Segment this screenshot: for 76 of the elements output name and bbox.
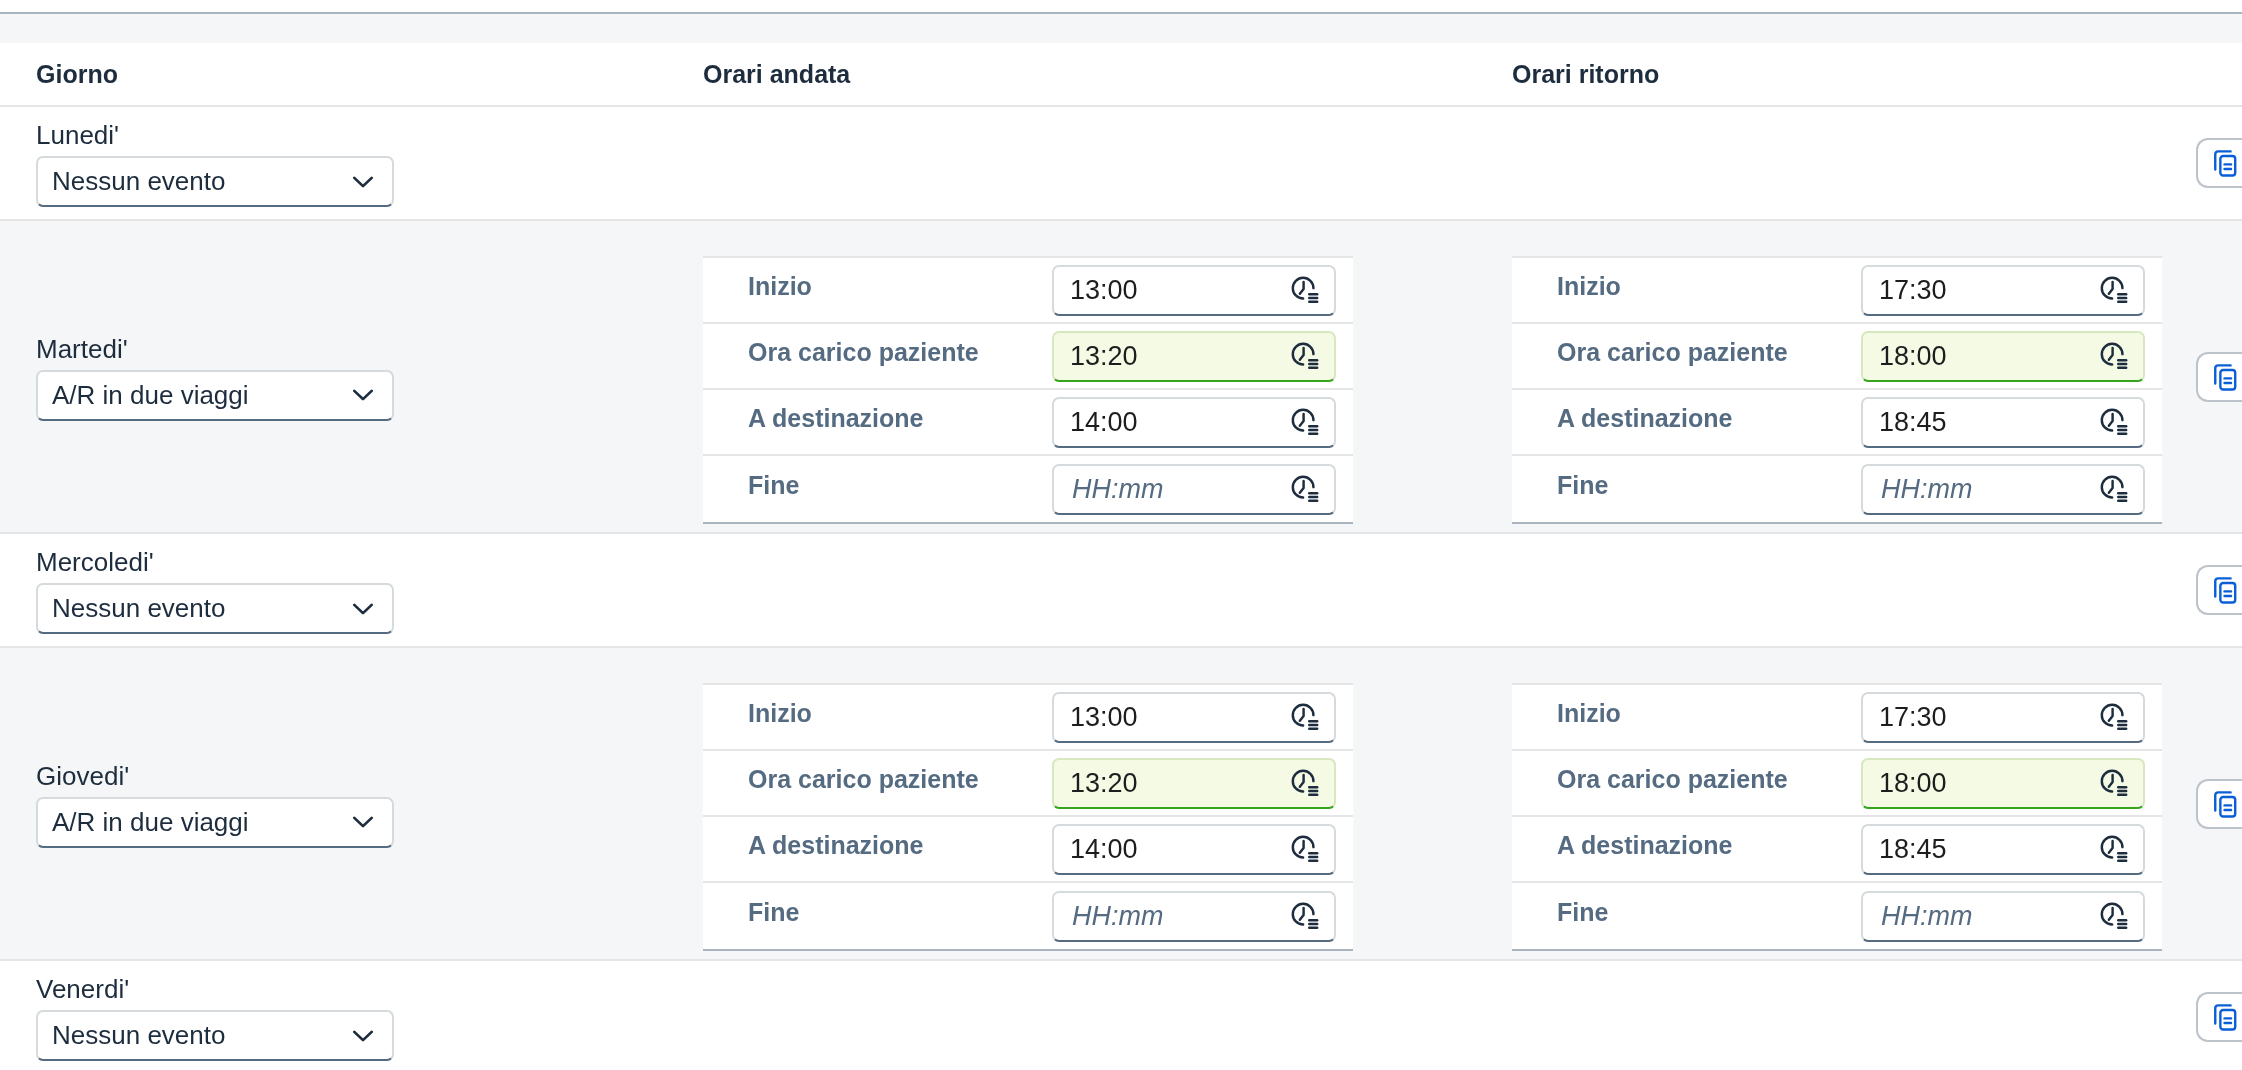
time-label: Ora carico paziente xyxy=(1557,337,1788,367)
time-label: Inizio xyxy=(748,698,812,728)
time-field[interactable]: 18:45 xyxy=(1861,396,2145,448)
copy-button[interactable] xyxy=(2196,778,2242,829)
chevron-icon xyxy=(352,601,374,616)
column-header: Orari andata xyxy=(703,59,851,90)
time-label: Fine xyxy=(1557,470,1609,500)
time-label: Fine xyxy=(748,897,800,927)
time-field[interactable]: 17:30 xyxy=(1861,264,2145,316)
clock-icon[interactable] xyxy=(2099,275,2129,305)
clock-icon[interactable] xyxy=(2099,834,2129,864)
copy-icon xyxy=(2212,1002,2238,1032)
day-label: Lunedi' xyxy=(36,119,120,151)
time-label: Fine xyxy=(748,470,800,500)
clock-icon[interactable] xyxy=(1290,834,1320,864)
event-select[interactable]: Nessun evento xyxy=(36,1010,394,1061)
time-label: Ora carico paziente xyxy=(748,337,979,367)
time-field[interactable]: HH:mm xyxy=(1861,463,2145,515)
event-select[interactable]: A/R in due viaggi xyxy=(36,796,394,848)
time-field[interactable]: 14:00 xyxy=(1052,396,1336,448)
time-field[interactable]: HH:mm xyxy=(1052,890,1336,942)
time-label: A destinazione xyxy=(748,403,924,433)
time-label: A destinazione xyxy=(748,830,924,860)
time-field[interactable]: HH:mm xyxy=(1052,463,1336,515)
day-label: Venerdi' xyxy=(36,973,130,1005)
clock-icon[interactable] xyxy=(2099,407,2129,437)
clock-icon[interactable] xyxy=(2099,341,2129,371)
column-header: Orari ritorno xyxy=(1512,59,1660,90)
event-select[interactable]: Nessun evento xyxy=(36,156,394,207)
day-label: Martedi' xyxy=(36,332,128,365)
day-label: Mercoledi' xyxy=(36,546,154,578)
time-label: A destinazione xyxy=(1557,830,1733,860)
clock-icon[interactable] xyxy=(1290,768,1320,798)
time-field[interactable]: 17:30 xyxy=(1861,691,2145,743)
chevron-icon xyxy=(352,388,374,402)
time-label: Inizio xyxy=(748,271,812,301)
copy-icon xyxy=(2212,788,2238,819)
time-label: Fine xyxy=(1557,897,1609,927)
time-field[interactable]: HH:mm xyxy=(1861,890,2145,942)
time-field[interactable]: 13:20 xyxy=(1052,757,1336,809)
event-select[interactable]: Nessun evento xyxy=(36,583,394,634)
clock-icon[interactable] xyxy=(2099,768,2129,798)
time-field[interactable]: 18:00 xyxy=(1861,757,2145,809)
copy-icon xyxy=(2212,148,2238,178)
clock-icon[interactable] xyxy=(2099,901,2129,931)
time-label: Ora carico paziente xyxy=(1557,764,1788,794)
column-header: Giorno xyxy=(36,59,118,90)
clock-icon[interactable] xyxy=(2099,474,2129,504)
day-label: Giovedi' xyxy=(36,759,130,792)
clock-icon[interactable] xyxy=(1290,275,1320,305)
clock-icon[interactable] xyxy=(1290,407,1320,437)
time-label: Inizio xyxy=(1557,698,1621,728)
copy-button[interactable] xyxy=(2196,565,2242,615)
time-field[interactable]: 13:20 xyxy=(1052,330,1336,382)
clock-icon[interactable] xyxy=(1290,341,1320,371)
time-field[interactable]: 18:00 xyxy=(1861,330,2145,382)
time-field[interactable]: 18:45 xyxy=(1861,823,2145,875)
time-label: A destinazione xyxy=(1557,403,1733,433)
time-label: Ora carico paziente xyxy=(748,764,979,794)
chevron-icon xyxy=(352,174,374,189)
copy-icon xyxy=(2212,575,2238,605)
chevron-icon xyxy=(352,1028,374,1043)
time-label: Inizio xyxy=(1557,271,1621,301)
copy-button[interactable] xyxy=(2196,992,2242,1042)
time-field[interactable]: 14:00 xyxy=(1052,823,1336,875)
copy-icon xyxy=(2212,361,2238,392)
clock-icon[interactable] xyxy=(1290,901,1320,931)
clock-icon[interactable] xyxy=(1290,702,1320,732)
chevron-icon xyxy=(352,815,374,829)
copy-button[interactable] xyxy=(2196,138,2242,188)
clock-icon[interactable] xyxy=(2099,702,2129,732)
time-field[interactable]: 13:00 xyxy=(1052,264,1336,316)
clock-icon[interactable] xyxy=(1290,474,1320,504)
event-select[interactable]: A/R in due viaggi xyxy=(36,369,394,421)
time-field[interactable]: 13:00 xyxy=(1052,691,1336,743)
copy-button[interactable] xyxy=(2196,351,2242,402)
